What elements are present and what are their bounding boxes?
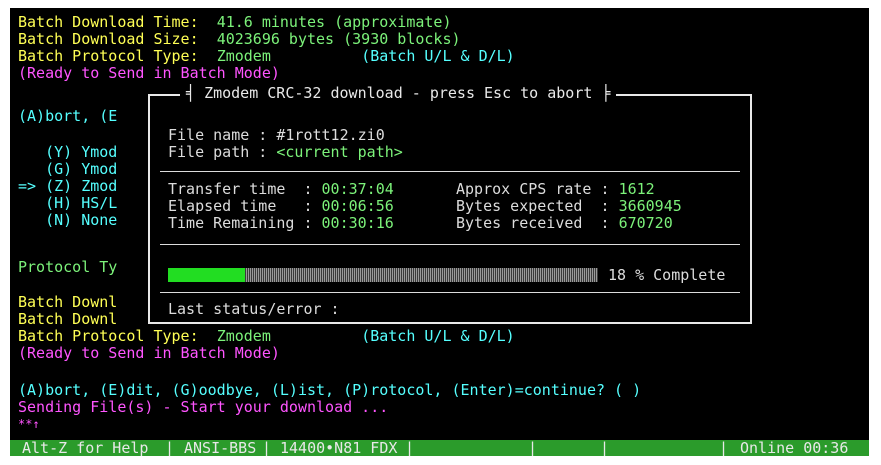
elapsed-time-label: Elapsed time : xyxy=(168,197,322,215)
divider xyxy=(160,292,740,293)
online-timer: Online 00:36 xyxy=(740,439,849,457)
divider xyxy=(160,244,740,245)
cps-row: Approx CPS rate : 1612 xyxy=(456,181,655,198)
divider xyxy=(160,171,740,172)
progress-bar xyxy=(168,268,598,282)
cursor-line: **↑ xyxy=(18,417,40,431)
batch-download-time-value: 41.6 minutes (approximate) xyxy=(216,13,452,31)
batch-download-size-label: Batch Download Size: xyxy=(18,30,217,48)
bytes-received-value: 670720 xyxy=(618,214,673,232)
sending-message: Sending File(s) - Start your download ..… xyxy=(18,398,389,416)
protocol-type-partial: Protocol Ty xyxy=(18,258,118,276)
progress-bar-fill xyxy=(168,268,246,282)
elapsed-time-value: 00:06:56 xyxy=(321,197,394,215)
batch-protocol-value: Zmodem xyxy=(216,47,271,65)
batch-download-time-line: Batch Download Time: 41.6 minutes (appro… xyxy=(18,14,452,31)
batch-download-partial-2: Batch Downl xyxy=(18,310,118,328)
time-remaining-value: 00:30:16 xyxy=(321,214,394,232)
file-path-label: File path : xyxy=(168,143,277,161)
batch-protocol-line: Batch Protocol Type: Zmodem (Batch U/L &… xyxy=(18,48,515,65)
status-bar: Alt-Z for Help | ANSI-BBS | 14400•N81 FD… xyxy=(10,440,869,456)
protocol-option-zmodem[interactable]: => (Z) Zmod xyxy=(18,178,117,195)
batch-download-partial-1: Batch Downl xyxy=(18,293,118,311)
time-remaining-label: Time Remaining : xyxy=(168,214,322,232)
terminal-screen: Batch Download Time: 41.6 minutes (appro… xyxy=(10,8,869,456)
time-remaining-row: Time Remaining : 00:30:16 xyxy=(168,215,394,232)
batch-download-size-line: Batch Download Size: 4023696 bytes (3930… xyxy=(18,31,461,48)
help-hint[interactable]: Alt-Z for Help xyxy=(22,440,148,457)
bytes-received-label: Bytes received : xyxy=(456,214,619,232)
batch-protocol-value-2: Zmodem xyxy=(216,327,271,345)
transfer-time-row: Transfer time : 00:37:04 xyxy=(168,181,394,198)
protocol-option-none[interactable]: (N) None xyxy=(18,212,117,229)
protocol-option-ymodem-g[interactable]: (G) Ymod xyxy=(18,161,117,178)
file-path-row: File path : <current path> xyxy=(168,144,403,161)
elapsed-time-row: Elapsed time : 00:06:56 xyxy=(168,198,394,215)
menu-prompt-partial: (A)bort, (E xyxy=(18,107,118,125)
connection-indicator: 14400•N81 FDX xyxy=(280,439,398,457)
protocol-option-hslink[interactable]: (H) HS/L xyxy=(18,195,117,212)
emulation-indicator: ANSI-BBS xyxy=(184,439,257,457)
dialog-title: Zmodem CRC-32 download - press Esc to ab… xyxy=(180,85,617,102)
cps-value: 1612 xyxy=(618,180,655,198)
file-name-row: File name : #1rott12.zi0 xyxy=(168,127,385,144)
bytes-received-row: Bytes received : 670720 xyxy=(456,215,673,232)
bytes-expected-value: 3660945 xyxy=(618,197,682,215)
batch-download-time-label: Batch Download Time: xyxy=(18,13,217,31)
file-name-value: #1rott12.zi0 xyxy=(276,126,385,144)
bytes-expected-row: Bytes expected : 3660945 xyxy=(456,198,682,215)
command-prompt[interactable]: (A)bort, (E)dit, (G)oodbye, (L)ist, (P)r… xyxy=(18,382,641,399)
batch-protocol-note-2: (Batch U/L & D/L) xyxy=(361,327,515,345)
file-path-value: <current path> xyxy=(276,143,403,161)
ready-batch-mode: (Ready to Send in Batch Mode) xyxy=(18,64,280,82)
zmodem-download-dialog: Zmodem CRC-32 download - press Esc to ab… xyxy=(148,85,752,324)
transfer-time-value: 00:37:04 xyxy=(321,180,394,198)
file-name-label: File name : xyxy=(168,126,277,144)
batch-download-size-value: 4023696 bytes (3930 blocks) xyxy=(216,30,461,48)
batch-protocol-label: Batch Protocol Type: xyxy=(18,47,217,65)
batch-protocol-line-2: Batch Protocol Type: Zmodem (Batch U/L &… xyxy=(18,328,515,345)
ready-batch-mode-2: (Ready to Send in Batch Mode) xyxy=(18,344,280,362)
bytes-expected-label: Bytes expected : xyxy=(456,197,619,215)
transfer-time-label: Transfer time : xyxy=(168,180,322,198)
batch-protocol-label-2: Batch Protocol Type: xyxy=(18,327,217,345)
cps-label: Approx CPS rate : xyxy=(456,180,619,198)
batch-protocol-note: (Batch U/L & D/L) xyxy=(361,47,515,65)
last-status-label: Last status/error : xyxy=(168,300,340,318)
protocol-option-ymodem[interactable]: (Y) Ymod xyxy=(18,144,117,161)
progress-percent: 18 % Complete xyxy=(608,266,726,284)
